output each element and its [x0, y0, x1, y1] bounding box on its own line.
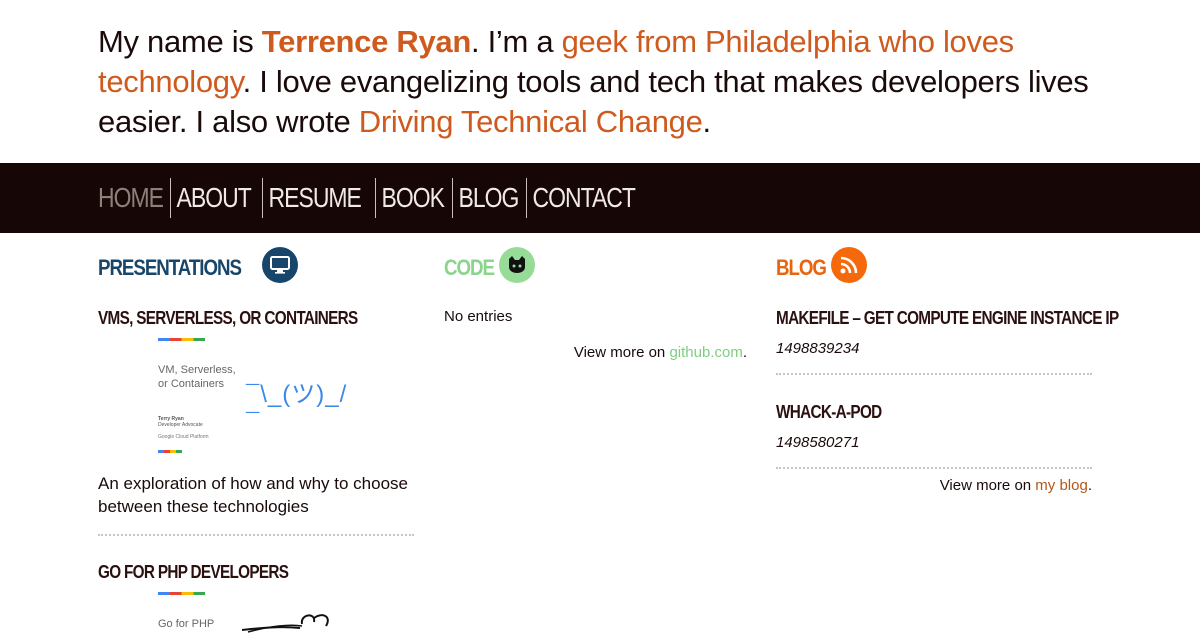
- view-more-text: View more on: [573, 344, 670, 361]
- author-name: Terrence Ryan: [261, 24, 471, 59]
- code-empty-text: No entries: [444, 308, 513, 325]
- presentations-heading: Presentations: [98, 255, 242, 280]
- blog-post-title[interactable]: Whack-a-pod: [776, 402, 882, 423]
- shrug-art: ¯\_(ツ)_/¯: [246, 381, 348, 436]
- presentations-header: Presentations: [98, 247, 414, 288]
- github-icon: [498, 247, 535, 283]
- nav-contact[interactable]: Contact: [526, 178, 641, 218]
- main-navbar: Home About Resume Book Blog Contact: [0, 163, 1200, 233]
- nav-blog[interactable]: Blog: [452, 178, 524, 218]
- google-stripe: [158, 338, 205, 341]
- code-header: Code: [444, 247, 747, 288]
- intro-paragraph: My name is Terrence Ryan. I’m a geek fro…: [98, 22, 1108, 142]
- intro-text: . I’m a: [470, 24, 562, 59]
- main-nav: Home About Resume Book Blog Contact: [98, 163, 652, 233]
- presentations-section: Presentations VMs, Serverless, or Contai…: [98, 247, 414, 642]
- thumb-title: VM, Serverless, or Containers: [158, 364, 236, 390]
- presentation-title[interactable]: Go for PHP Developers: [98, 562, 289, 583]
- presentation-title[interactable]: VMs, Serverless, or Containers: [98, 308, 358, 329]
- blog-post-date: 1498839234: [776, 340, 1092, 375]
- code-heading: Code: [444, 255, 495, 280]
- nav-about[interactable]: About: [170, 178, 256, 218]
- book-link[interactable]: Driving Technical Change: [359, 104, 703, 139]
- blog-header: Blog: [776, 247, 1092, 288]
- nav-resume[interactable]: Resume: [261, 178, 367, 218]
- thumb-author: Terry Ryan Developer Advocate: [158, 416, 203, 428]
- blog-post-date: 1498580271: [776, 434, 1092, 469]
- monitor-icon: [262, 247, 299, 283]
- my-blog-link[interactable]: my blog: [1035, 477, 1088, 494]
- presentation-thumbnail[interactable]: Go for PHP: [158, 592, 353, 642]
- blog-section: Blog Makefile – Get Compute Engine insta…: [776, 247, 1119, 494]
- presentation-thumbnail[interactable]: VM, Serverless, or Containers ¯\_(ツ)_/¯ …: [158, 338, 353, 453]
- view-more-text: View more on: [939, 477, 1036, 494]
- blog-post-title[interactable]: Makefile – Get Compute Engine instance I…: [776, 308, 1119, 329]
- intro-text: .: [702, 104, 712, 139]
- code-view-more: View more on github.com.: [574, 344, 747, 361]
- google-stripe: [158, 592, 205, 595]
- intro-text: My name is: [98, 24, 262, 59]
- nav-home[interactable]: Home: [98, 178, 169, 218]
- nav-book[interactable]: Book: [375, 178, 450, 218]
- view-more-text: .: [742, 344, 747, 361]
- view-more-text: .: [1087, 477, 1092, 494]
- go-logo-art: [241, 614, 329, 633]
- thumb-title: Go for PHP: [158, 618, 215, 630]
- blog-view-more: View more on my blog.: [940, 477, 1092, 494]
- blog-heading: Blog: [776, 255, 827, 280]
- presentation-description: An exploration of how and why to choose …: [98, 472, 414, 536]
- google-stripe: [158, 450, 182, 453]
- thumb-brand: Google Cloud Platform: [158, 434, 209, 440]
- code-section: Code No entries View more on github.com.: [444, 247, 747, 361]
- github-link[interactable]: github.com: [669, 344, 742, 361]
- rss-icon: [830, 247, 867, 283]
